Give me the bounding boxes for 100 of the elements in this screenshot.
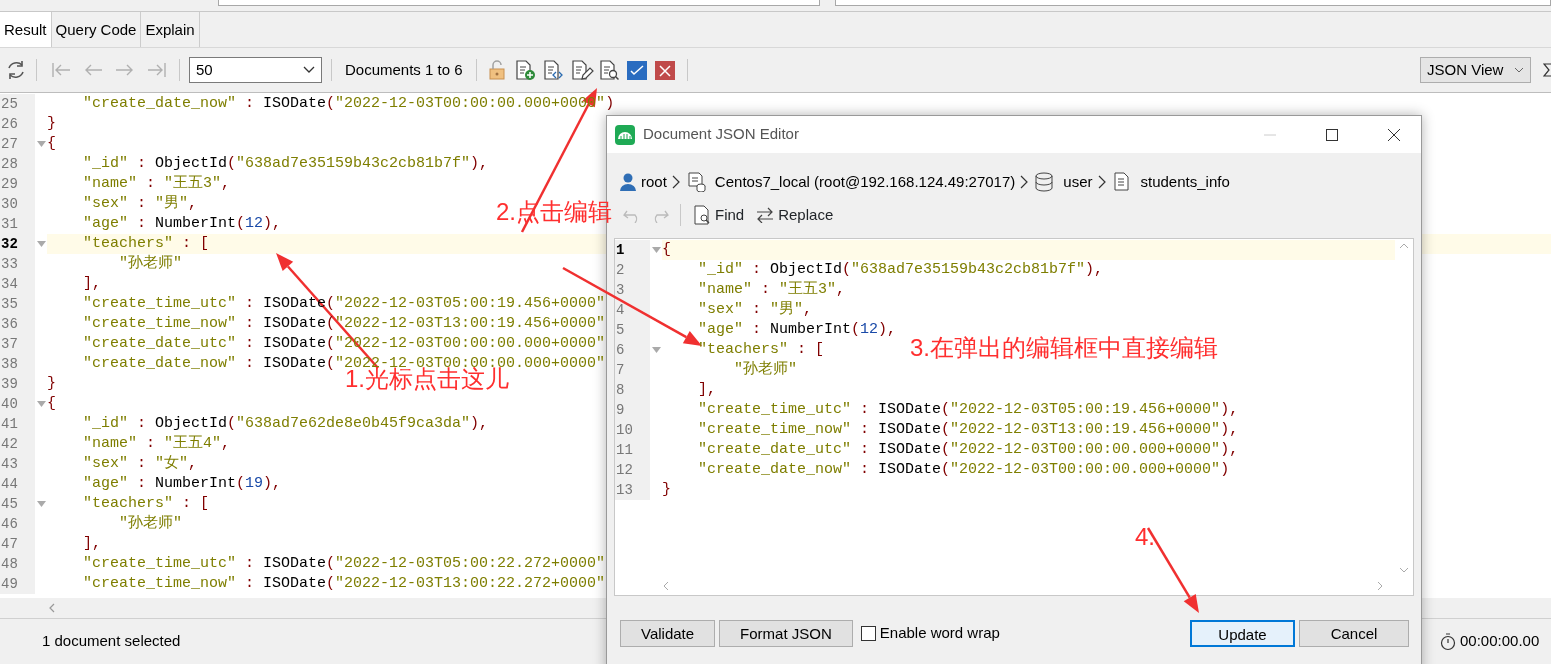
chevron-right-icon bbox=[1020, 175, 1029, 189]
line-number: 7 bbox=[615, 360, 650, 380]
chevron-down-icon bbox=[303, 66, 315, 74]
code-line: "age" : NumberInt(12), bbox=[697, 320, 897, 340]
tab[interactable]: Result bbox=[0, 12, 52, 47]
replace-button[interactable]: Replace bbox=[755, 202, 835, 228]
annotation-label: 3.在弹出的编辑框中直接编辑 bbox=[910, 336, 1218, 360]
edit-document-icon[interactable] bbox=[569, 59, 594, 81]
scroll-up-icon[interactable] bbox=[1399, 243, 1409, 249]
line-number: 40 bbox=[0, 394, 35, 414]
line-number: 44 bbox=[0, 474, 35, 494]
query-field[interactable] bbox=[835, 0, 1551, 6]
code-line: "sex" : "女", bbox=[82, 454, 198, 474]
scroll-left-icon[interactable] bbox=[663, 581, 669, 591]
breadcrumb-item[interactable]: students_info bbox=[1140, 170, 1230, 194]
line-number: 35 bbox=[0, 294, 35, 314]
fold-arrow-icon[interactable] bbox=[651, 347, 661, 353]
database-icon bbox=[1035, 172, 1055, 192]
chevron-down-icon bbox=[1514, 67, 1524, 73]
code-line: "孙老师" bbox=[118, 514, 182, 534]
checkmark-icon[interactable] bbox=[625, 59, 650, 81]
code-line: "create_time_now" : ISODate("2022-12-03T13:00:22.272+0000" bbox=[82, 574, 606, 594]
line-number: 37 bbox=[0, 334, 35, 354]
code-line: { bbox=[662, 240, 671, 260]
line-number: 39 bbox=[0, 374, 35, 394]
timer-text: 00:00:00.00 bbox=[1460, 631, 1540, 652]
code-line: ], bbox=[82, 534, 101, 554]
line-number: 9 bbox=[615, 400, 650, 420]
line-number: 2 bbox=[615, 260, 650, 280]
breadcrumb-item[interactable]: Centos7_local (root@192.168.124.49:27017) bbox=[714, 170, 1016, 194]
line-number: 13 bbox=[615, 480, 650, 500]
find-button[interactable]: Find bbox=[692, 202, 746, 228]
swap-arrows-icon bbox=[756, 207, 775, 223]
fold-arrow-icon[interactable] bbox=[651, 247, 661, 253]
line-number: 29 bbox=[0, 174, 35, 194]
code-line: } bbox=[47, 374, 56, 394]
close-icon[interactable] bbox=[653, 59, 678, 81]
line-number: 34 bbox=[0, 274, 35, 294]
line-number: 48 bbox=[0, 554, 35, 574]
dialog-button[interactable]: Cancel bbox=[1299, 620, 1409, 647]
add-document-icon[interactable] bbox=[513, 59, 538, 81]
scroll-down-icon[interactable] bbox=[1399, 567, 1409, 573]
code-line: "create_time_utc" : ISODate("2022-12-03T05:00:19.456+0000"), bbox=[697, 400, 1239, 420]
code-line: { bbox=[47, 394, 56, 414]
line-number: 28 bbox=[0, 154, 35, 174]
query-field[interactable] bbox=[218, 0, 820, 6]
annotation-label: 4. bbox=[1135, 525, 1155, 549]
code-line: ], bbox=[82, 274, 101, 294]
code-line: "create_date_now" : ISODate("2022-12-03T00:00:00.000+0000") bbox=[697, 460, 1230, 480]
line-number: 10 bbox=[615, 420, 650, 440]
line-number: 47 bbox=[0, 534, 35, 554]
line-number: 46 bbox=[0, 514, 35, 534]
line-number: 45 bbox=[0, 494, 35, 514]
dialog-button[interactable]: Validate bbox=[620, 620, 716, 647]
dialog-button[interactable]: Format JSON bbox=[719, 620, 853, 647]
fold-arrow-icon[interactable] bbox=[36, 141, 46, 147]
code-line: } bbox=[662, 480, 671, 500]
code-line: "create_date_utc" : ISODate("2022-12-03T00:00:00.000+0000"), bbox=[697, 440, 1239, 460]
code-line: "teachers" : [ bbox=[82, 234, 210, 254]
line-number: 12 bbox=[615, 460, 650, 480]
search-document-icon[interactable] bbox=[597, 59, 622, 81]
code-line: "name" : "王五3", bbox=[82, 174, 231, 194]
status-text: 1 document selected bbox=[42, 631, 181, 652]
page-size-select[interactable]: 50 bbox=[189, 57, 322, 83]
line-number: 32 bbox=[0, 234, 35, 254]
line-number: 26 bbox=[0, 114, 35, 134]
scroll-right-icon[interactable] bbox=[1377, 581, 1383, 591]
code-line: } bbox=[47, 114, 56, 134]
code-line: "age" : NumberInt(19), bbox=[82, 474, 282, 494]
line-number: 43 bbox=[0, 454, 35, 474]
maximize-icon bbox=[1326, 128, 1338, 141]
code-line: "name" : "王五4", bbox=[82, 434, 231, 454]
breadcrumb-item[interactable]: user bbox=[1063, 170, 1093, 194]
line-number: 41 bbox=[0, 414, 35, 434]
line-number: 6 bbox=[615, 340, 650, 360]
view-mode-select[interactable]: JSON View bbox=[1420, 57, 1531, 83]
line-number: 1 bbox=[615, 240, 650, 260]
close-icon bbox=[1388, 128, 1400, 141]
scroll-left-icon[interactable] bbox=[48, 603, 56, 613]
code-line: "create_time_now" : ISODate("2022-12-03T13:00:19.456+0000" bbox=[82, 314, 606, 334]
refresh-icon[interactable] bbox=[5, 59, 27, 81]
dialog-button[interactable]: Update bbox=[1190, 620, 1295, 647]
fold-arrow-icon[interactable] bbox=[36, 501, 46, 507]
line-number: 42 bbox=[0, 434, 35, 454]
code-line: "孙老师" bbox=[118, 254, 182, 274]
sigma-icon[interactable] bbox=[1543, 62, 1551, 78]
documents-count: Documents 1 to 6 bbox=[344, 59, 464, 80]
word-wrap-checkbox[interactable]: Enable word wrap bbox=[860, 622, 1000, 645]
fold-arrow-icon[interactable] bbox=[36, 241, 46, 247]
fold-arrow-icon[interactable] bbox=[36, 401, 46, 407]
code-line: "sex" : "男", bbox=[82, 194, 198, 214]
line-number: 31 bbox=[0, 214, 35, 234]
stopwatch-icon bbox=[1440, 632, 1456, 651]
code-line: "sex" : "男", bbox=[697, 300, 813, 320]
line-number: 30 bbox=[0, 194, 35, 214]
breadcrumb-item[interactable]: root bbox=[641, 170, 667, 194]
code-line: "_id" : ObjectId("638ad7e35159b43c2cb81b7f"), bbox=[82, 154, 489, 174]
user-icon bbox=[619, 172, 638, 192]
code-line: "_id" : ObjectId("638ad7e62de8e0b45f9ca3da"), bbox=[82, 414, 489, 434]
code-line: "_id" : ObjectId("638ad7e35159b43c2cb81b7f"), bbox=[697, 260, 1104, 280]
